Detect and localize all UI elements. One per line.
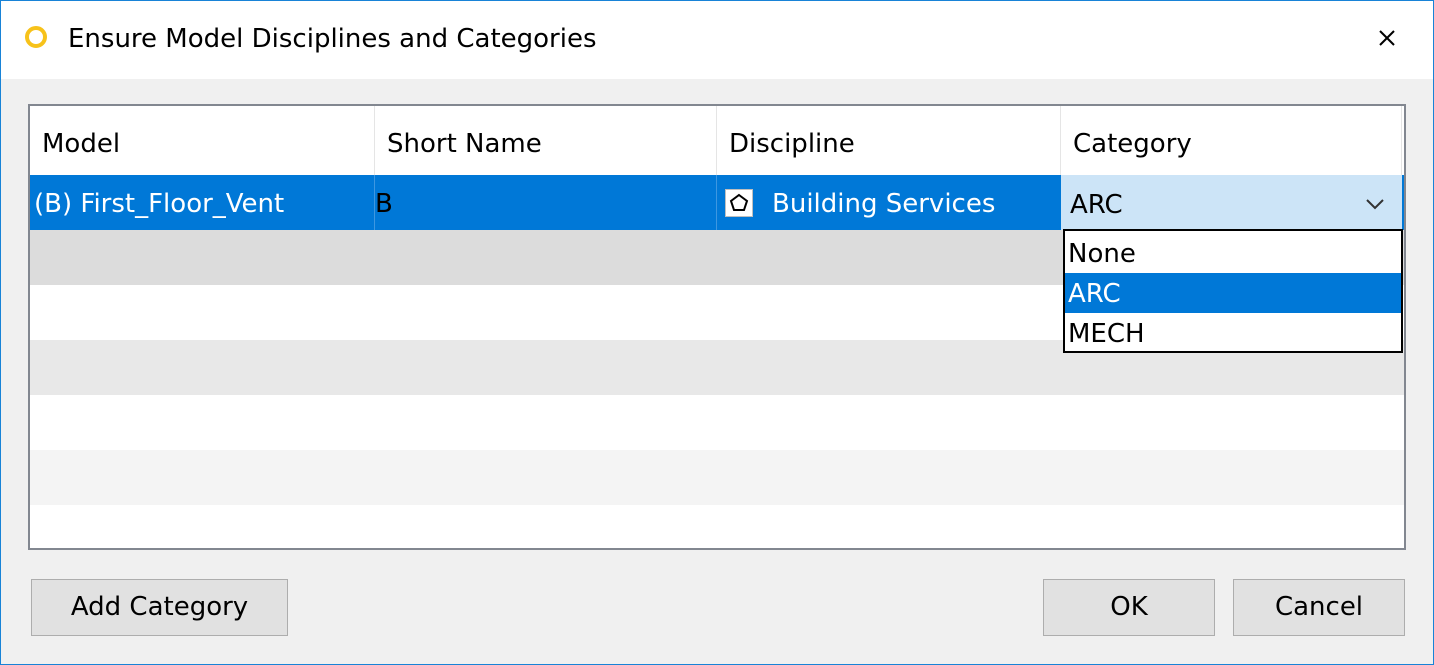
cell-discipline-label: Building Services — [772, 189, 996, 219]
dropdown-option-none[interactable]: None — [1065, 233, 1401, 273]
category-combobox[interactable]: ARC — [1061, 175, 1402, 230]
app-ring-icon — [25, 26, 47, 48]
cancel-button[interactable]: Cancel — [1233, 579, 1405, 636]
column-header-short-name[interactable]: Short Name — [375, 106, 717, 175]
chevron-down-icon[interactable] — [1362, 194, 1388, 214]
column-header-discipline[interactable]: Discipline — [717, 106, 1061, 175]
empty-row — [30, 395, 1404, 450]
column-header-category[interactable]: Category — [1061, 106, 1402, 175]
dropdown-option-arc[interactable]: ARC — [1065, 273, 1401, 313]
add-category-button[interactable]: Add Category — [31, 579, 288, 636]
category-dropdown-list[interactable]: None ARC MECH — [1063, 229, 1403, 353]
cell-short-name[interactable]: B — [375, 175, 717, 230]
title-bar: Ensure Model Disciplines and Categories — [1, 1, 1433, 79]
close-icon[interactable] — [1372, 23, 1402, 53]
grid-header: Model Short Name Discipline Category — [30, 106, 1404, 175]
dialog-window: Ensure Model Disciplines and Categories … — [0, 0, 1434, 665]
column-header-model[interactable]: Model — [30, 106, 375, 175]
empty-row — [30, 505, 1404, 548]
category-combobox-value: ARC — [1070, 190, 1123, 220]
cell-model[interactable]: (B) First_Floor_Vent — [30, 175, 375, 230]
cell-discipline[interactable]: Building Services — [717, 175, 1061, 230]
ok-button[interactable]: OK — [1043, 579, 1215, 636]
empty-row — [30, 450, 1404, 505]
dropdown-option-mech[interactable]: MECH — [1065, 313, 1401, 353]
pentagon-icon — [725, 189, 753, 217]
window-title: Ensure Model Disciplines and Categories — [68, 24, 597, 54]
